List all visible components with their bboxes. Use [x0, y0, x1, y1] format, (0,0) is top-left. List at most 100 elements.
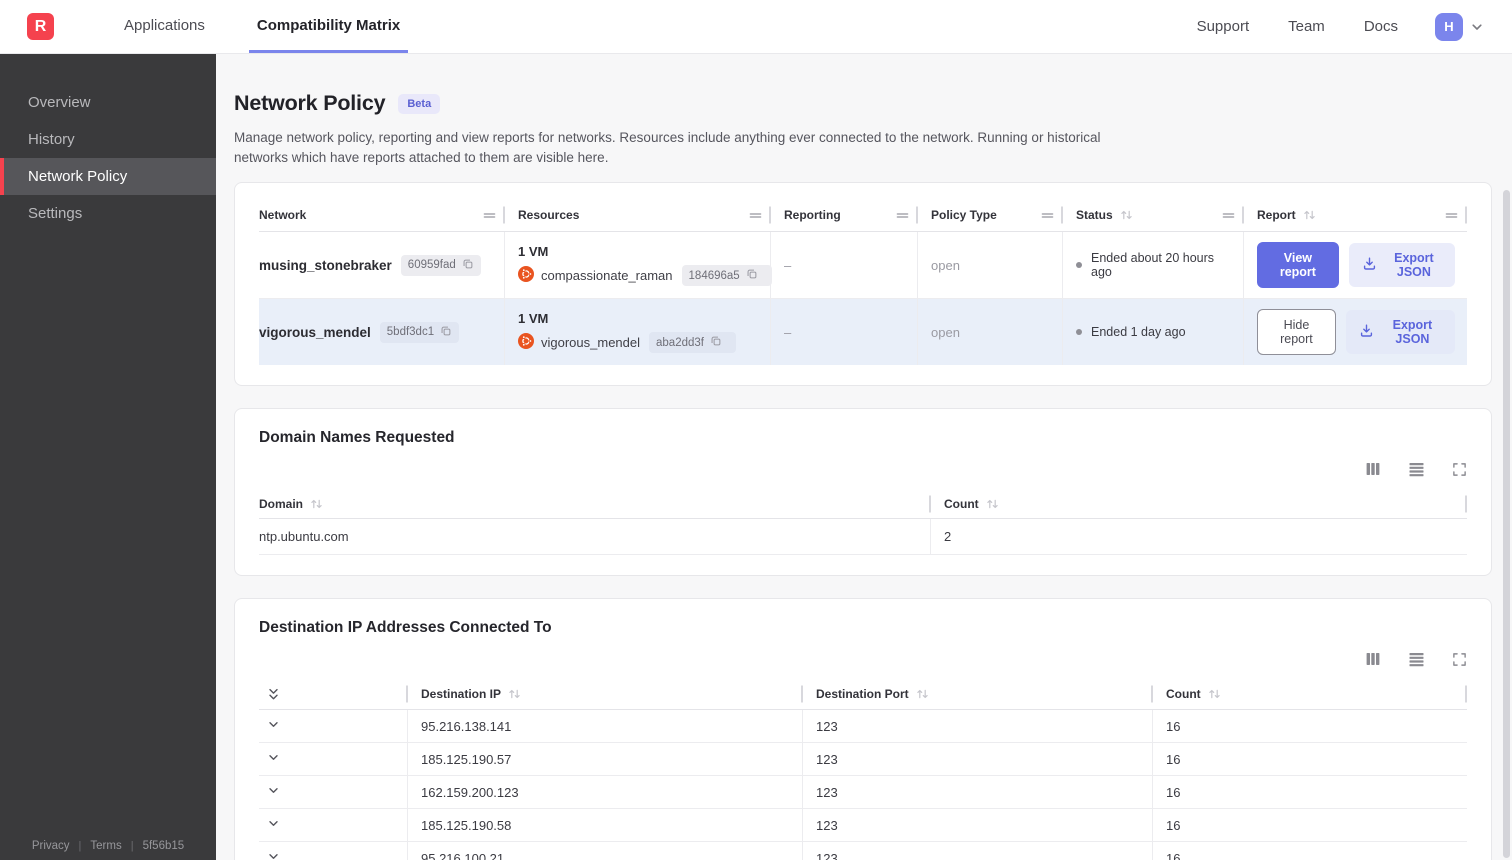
columns-icon[interactable] — [1365, 651, 1381, 667]
expand-row-button[interactable] — [259, 776, 408, 808]
column-header-report[interactable]: Report — [1244, 199, 1467, 231]
tab-compatibility-matrix[interactable]: Compatibility Matrix — [248, 0, 409, 53]
copy-icon[interactable] — [710, 335, 729, 350]
column-resize-icon[interactable] — [483, 211, 496, 220]
column-resize-icon[interactable] — [896, 211, 909, 220]
sidebar-item-history[interactable]: History — [0, 121, 216, 158]
nav-link-docs[interactable]: Docs — [1364, 18, 1398, 35]
expand-all-rows-button[interactable] — [259, 679, 408, 709]
column-header-reporting[interactable]: Reporting — [771, 199, 918, 231]
domain-names-card: Domain Names Requested Domain Count ntp.… — [234, 408, 1492, 576]
card-toolbar — [259, 651, 1467, 667]
sort-icon[interactable] — [1208, 688, 1221, 700]
ubuntu-icon — [518, 266, 541, 285]
app-logo[interactable]: R — [27, 13, 54, 40]
network-id: 5bdf3dc1 — [386, 326, 435, 338]
domain-table-header: Domain Count — [259, 489, 1467, 519]
user-menu-chevron[interactable] — [1470, 20, 1484, 34]
expand-row-button[interactable] — [259, 710, 408, 742]
column-resize-icon[interactable] — [1445, 211, 1458, 220]
column-header-status[interactable]: Status — [1063, 199, 1244, 231]
destination-table-row: 95.216.138.141 123 16 — [259, 710, 1467, 743]
sidebar: Overview History Network Policy Settings… — [0, 54, 216, 860]
rows-icon[interactable] — [1408, 651, 1425, 667]
report-toggle-button[interactable]: Hide report — [1257, 309, 1336, 355]
sort-icon[interactable] — [1303, 209, 1316, 221]
network-name: vigorous_mendel — [259, 324, 371, 340]
expand-row-button[interactable] — [259, 809, 408, 841]
network-id-badge[interactable]: 60959fad — [400, 254, 481, 276]
page-title: Network Policy — [234, 91, 386, 115]
report-cell: Hide report Export JSON — [1244, 299, 1467, 365]
sidebar-item-settings[interactable]: Settings — [0, 195, 216, 232]
policy-type-value: open — [918, 232, 1063, 298]
nav-link-team[interactable]: Team — [1288, 18, 1325, 35]
network-id-badge[interactable]: 5bdf3dc1 — [379, 321, 460, 343]
user-avatar[interactable]: H — [1435, 12, 1463, 41]
copy-icon[interactable] — [746, 268, 765, 283]
page-description: Manage network policy, reporting and vie… — [234, 130, 1101, 165]
terms-link[interactable]: Terms — [90, 840, 121, 852]
sort-icon[interactable] — [1120, 209, 1133, 221]
expand-row-button[interactable] — [259, 842, 408, 860]
page-scrollbar[interactable] — [1503, 190, 1510, 858]
rows-icon[interactable] — [1408, 461, 1425, 477]
resource-id-badge[interactable]: 184696a5 — [681, 265, 772, 286]
sidebar-item-network-policy[interactable]: Network Policy — [0, 158, 216, 195]
column-header-resources[interactable]: Resources — [505, 199, 771, 231]
column-header-domain[interactable]: Domain — [259, 489, 931, 518]
sidebar-item-overview[interactable]: Overview — [0, 84, 216, 121]
copy-icon[interactable] — [440, 325, 452, 340]
sort-icon[interactable] — [916, 688, 929, 700]
count-value: 16 — [1166, 850, 1181, 860]
nav-link-support[interactable]: Support — [1197, 18, 1250, 35]
resource-id: aba2dd3f — [656, 336, 704, 349]
column-header-count[interactable]: Count — [931, 489, 1467, 518]
policy-type-value: open — [918, 299, 1063, 365]
status-dot — [1076, 262, 1082, 268]
expand-icon[interactable] — [1452, 462, 1467, 477]
column-resize-icon[interactable] — [1041, 211, 1054, 220]
column-header-policy-type[interactable]: Policy Type — [918, 199, 1063, 231]
count-value: 16 — [1166, 751, 1181, 767]
destination-table-row: 185.125.190.58 123 16 — [259, 809, 1467, 842]
count-value: 16 — [1166, 784, 1181, 800]
resource-id-badge[interactable]: aba2dd3f — [649, 332, 736, 353]
export-json-button[interactable]: Export JSON — [1345, 310, 1455, 354]
column-header-count[interactable]: Count — [1153, 679, 1467, 709]
ubuntu-icon — [518, 333, 541, 352]
domain-table-body: ntp.ubuntu.com 2 — [259, 519, 1467, 555]
expand-row-button[interactable] — [259, 743, 408, 775]
beta-badge: Beta — [398, 93, 441, 114]
network-cell: vigorous_mendel 5bdf3dc1 — [259, 299, 505, 365]
column-resize-icon[interactable] — [749, 211, 762, 220]
column-header-destination-port[interactable]: Destination Port — [803, 679, 1153, 709]
destination-port-value: 123 — [803, 809, 1153, 841]
report-toggle-button[interactable]: View report — [1257, 242, 1339, 288]
status-text: Ended 1 day ago — [1091, 325, 1186, 339]
chevron-down-icon — [267, 850, 280, 860]
top-tabs: Applications Compatibility Matrix — [80, 0, 409, 53]
sort-icon[interactable] — [508, 688, 521, 700]
expand-icon[interactable] — [1452, 652, 1467, 667]
destination-table-row: 162.159.200.123 123 16 — [259, 776, 1467, 809]
column-header-network[interactable]: Network — [259, 199, 505, 231]
columns-icon[interactable] — [1365, 461, 1381, 477]
privacy-link[interactable]: Privacy — [32, 840, 70, 852]
column-header-destination-ip[interactable]: Destination IP — [408, 679, 803, 709]
sort-icon[interactable] — [986, 498, 999, 510]
resources-cell: 1 VM compassionate_raman 184696a5 — [505, 232, 772, 298]
tab-applications[interactable]: Applications — [116, 0, 213, 53]
export-json-button[interactable]: Export JSON — [1348, 243, 1455, 287]
column-resize-icon[interactable] — [1222, 211, 1235, 220]
sort-icon[interactable] — [310, 498, 323, 510]
network-name: musing_stonebraker — [259, 257, 392, 273]
chevron-down-icon — [267, 718, 280, 734]
report-cell: View report Export JSON — [1244, 232, 1467, 298]
top-nav-right: Support Team Docs H — [1158, 0, 1512, 53]
reporting-value: – — [771, 232, 918, 298]
copy-icon[interactable] — [462, 258, 474, 273]
network-table-row: musing_stonebraker 60959fad 1 VM compass… — [259, 232, 1467, 299]
domain-table-row: ntp.ubuntu.com 2 — [259, 519, 1467, 555]
destination-ip-value: 95.216.138.141 — [408, 710, 803, 742]
